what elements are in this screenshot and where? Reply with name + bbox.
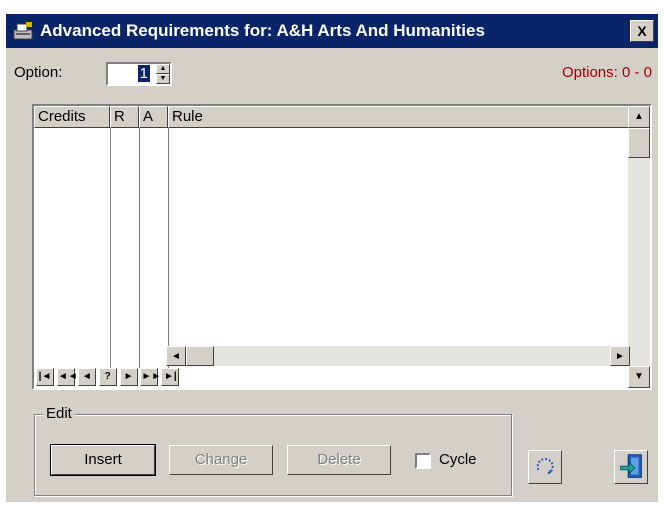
nav-first-button[interactable]: |◄ (36, 368, 54, 386)
rules-grid[interactable]: Credits R A Rule ▲ ▼ ◄ ► |◄ ◄◄ ◄ ? ► ►► … (32, 104, 652, 390)
spin-up-icon[interactable]: ▲ (156, 64, 170, 74)
column-divider (110, 128, 111, 368)
spin-down-icon[interactable]: ▼ (156, 74, 170, 84)
column-header-r[interactable]: R (110, 106, 139, 128)
change-button[interactable]: Change (169, 445, 273, 475)
column-divider (168, 128, 169, 368)
edit-group-label: Edit (43, 405, 75, 422)
option-label: Option: (14, 64, 63, 81)
delete-button[interactable]: Delete (287, 445, 391, 475)
exit-button[interactable] (614, 450, 648, 484)
option-value[interactable]: 1 (112, 65, 150, 82)
column-header-a[interactable]: A (139, 106, 168, 128)
nav-next-page-button[interactable]: ►► (140, 368, 161, 386)
column-divider (139, 128, 140, 368)
nav-next-button[interactable]: ► (119, 368, 138, 386)
refresh-icon (536, 458, 554, 475)
column-header-credits[interactable]: Credits (34, 106, 110, 128)
refresh-button[interactable] (528, 450, 562, 484)
app-icon (13, 22, 33, 40)
scroll-up-icon[interactable]: ▲ (628, 106, 650, 128)
cycle-label[interactable]: Cycle (439, 451, 477, 468)
exit-door-icon (620, 454, 642, 478)
nav-prev-button[interactable]: ◄ (77, 368, 96, 386)
edit-groupbox: Edit Insert Change Delete Cycle (34, 405, 512, 496)
nav-last-button[interactable]: ►| (161, 368, 180, 386)
nav-help-button[interactable]: ? (98, 368, 117, 386)
options-range-text: Options: 0 - 0 (561, 64, 652, 81)
option-spinner[interactable]: 1 ▲ ▼ (106, 62, 172, 86)
scroll-right-icon[interactable]: ► (610, 346, 630, 366)
dialog-window: Advanced Requirements for: A&H Arts And … (6, 14, 658, 502)
nav-prev-page-button[interactable]: ◄◄ (56, 368, 78, 386)
scroll-down-icon[interactable]: ▼ (628, 366, 650, 388)
cycle-checkbox[interactable] (415, 453, 431, 469)
horizontal-scrollbar[interactable]: ◄ ► (166, 346, 630, 366)
column-header-rule[interactable]: Rule (168, 106, 630, 128)
close-icon[interactable]: X (630, 20, 654, 42)
scroll-thumb[interactable] (628, 128, 650, 158)
scroll-left-icon[interactable]: ◄ (166, 346, 186, 366)
vertical-scrollbar[interactable]: ▲ ▼ (628, 106, 650, 388)
hscroll-thumb[interactable] (186, 346, 214, 366)
record-navigator: |◄ ◄◄ ◄ ? ► ►► ►| (36, 368, 180, 386)
title-bar[interactable]: Advanced Requirements for: A&H Arts And … (6, 14, 658, 48)
insert-button[interactable]: Insert (50, 444, 156, 476)
window-title: Advanced Requirements for: A&H Arts And … (40, 21, 485, 40)
